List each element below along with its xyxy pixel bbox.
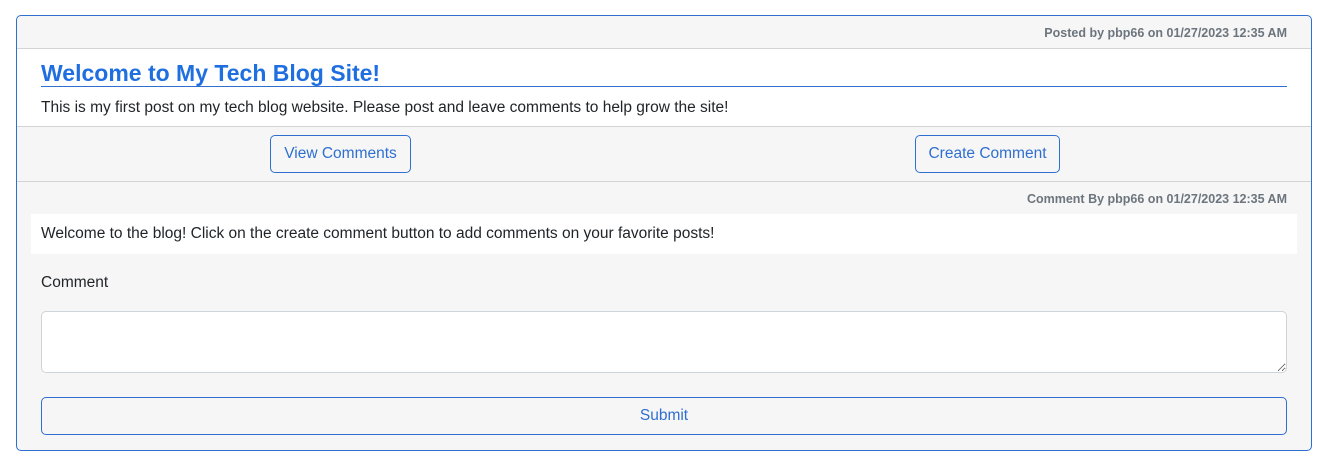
comment-form: Comment Submit [17,274,1311,435]
comment-item: Comment By pbp66 on 01/27/2023 12:35 AM … [17,182,1311,254]
create-comment-button[interactable]: Create Comment [915,135,1060,173]
comment-text: Welcome to the blog! Click on the create… [31,214,1297,254]
post-card: Posted by pbp66 on 01/27/2023 12:35 AM W… [16,15,1312,451]
comment-label: Comment [41,274,109,291]
submit-button[interactable]: Submit [41,397,1287,435]
post-actions: View Comments Create Comment [17,127,1311,182]
post-body: Welcome to My Tech Blog Site! This is my… [17,49,1311,127]
post-header: Posted by pbp66 on 01/27/2023 12:35 AM [17,16,1311,49]
view-comments-button[interactable]: View Comments [270,135,411,173]
comment-meta: Comment By pbp66 on 01/27/2023 12:35 AM [1026,192,1287,206]
post-text: This is my first post on my tech blog we… [41,99,729,116]
post-title: Welcome to My Tech Blog Site! [41,59,1287,87]
comment-input[interactable] [41,311,1287,373]
